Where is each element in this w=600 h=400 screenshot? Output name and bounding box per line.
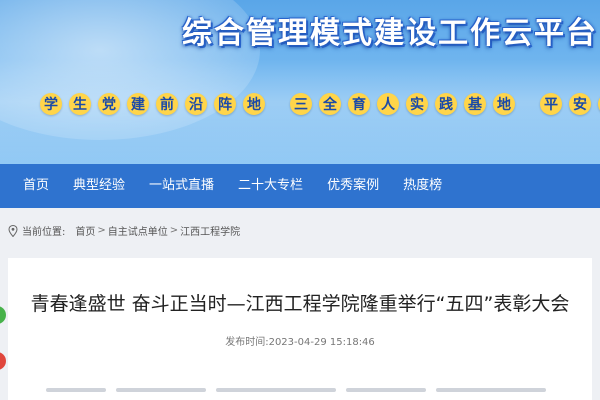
- nav-trending[interactable]: 热度榜: [391, 164, 454, 208]
- slogan-row: 学生党建前沿阵地三全育人实践基地平安校: [40, 93, 600, 115]
- article-body-preview: [46, 388, 566, 400]
- breadcrumb-pilot-units[interactable]: 自主试点单位: [108, 223, 168, 238]
- publish-time: 发布时间:2023-04-29 15:18:46: [8, 333, 592, 348]
- side-float-green[interactable]: [0, 306, 6, 324]
- slogan-char: 阵: [214, 93, 236, 115]
- slogan-char: 建: [127, 93, 149, 115]
- slogan-char: 践: [435, 93, 457, 115]
- nav-live[interactable]: 一站式直播: [137, 164, 226, 208]
- slogan-char: 育: [348, 93, 370, 115]
- slogan-char: 前: [156, 93, 178, 115]
- text-line-fragment: [46, 388, 106, 392]
- article-title: 青春逢盛世 奋斗正当时—江西工程学院隆重举行“五四”表彰大会: [30, 293, 570, 315]
- slogan-char: 地: [493, 93, 515, 115]
- text-line-fragment: [436, 388, 546, 392]
- text-line-fragment: [116, 388, 206, 392]
- slogan-char: 平: [540, 93, 562, 115]
- slogan-char: 生: [69, 93, 91, 115]
- slogan-char: 全: [319, 93, 341, 115]
- breadcrumb-current[interactable]: 江西工程学院: [180, 223, 240, 238]
- nav-home[interactable]: 首页: [0, 164, 61, 208]
- slogan-char: 党: [98, 93, 120, 115]
- publish-time-label: 发布时间:: [225, 337, 269, 348]
- site-title: 综合管理模式建设工作云平台: [182, 16, 598, 51]
- slogan-group: 三全育人实践基地: [290, 93, 522, 115]
- slogan-char: 学: [40, 93, 62, 115]
- nav-typical-experience[interactable]: 典型经验: [61, 164, 137, 208]
- main-nav: 首页 典型经验 一站式直播 二十大专栏 优秀案例 热度榜: [0, 164, 600, 208]
- breadcrumb-separator: >: [169, 225, 179, 236]
- text-line-fragment: [346, 388, 426, 392]
- breadcrumb: 当前位置: 首页 > 自主试点单位 > 江西工程学院: [8, 223, 240, 238]
- slogan-char: 三: [290, 93, 312, 115]
- breadcrumb-separator: >: [97, 225, 106, 236]
- slogan-group: 学生党建前沿阵地: [40, 93, 272, 115]
- slogan-char: 地: [243, 93, 265, 115]
- slogan-char: 安: [569, 93, 591, 115]
- breadcrumb-label: 当前位置:: [22, 227, 66, 238]
- publish-time-value: 2023-04-29 15:18:46: [268, 337, 375, 348]
- text-line-fragment: [216, 388, 336, 392]
- slogan-char: 基: [464, 93, 486, 115]
- nav-excellent-cases[interactable]: 优秀案例: [315, 164, 391, 208]
- nav-20th-congress[interactable]: 二十大专栏: [226, 164, 315, 208]
- header-banner: 综合管理模式建设工作云平台 学生党建前沿阵地三全育人实践基地平安校: [0, 0, 600, 164]
- slogan-char: 人: [377, 93, 399, 115]
- article-card: 青春逢盛世 奋斗正当时—江西工程学院隆重举行“五四”表彰大会 发布时间:2023…: [8, 258, 592, 400]
- side-float-red[interactable]: [0, 352, 6, 370]
- slogan-char: 实: [406, 93, 428, 115]
- slogan-group: 平安校: [540, 93, 600, 115]
- breadcrumb-home[interactable]: 首页: [75, 223, 95, 238]
- location-pin-icon: [8, 224, 18, 237]
- slogan-char: 沿: [185, 93, 207, 115]
